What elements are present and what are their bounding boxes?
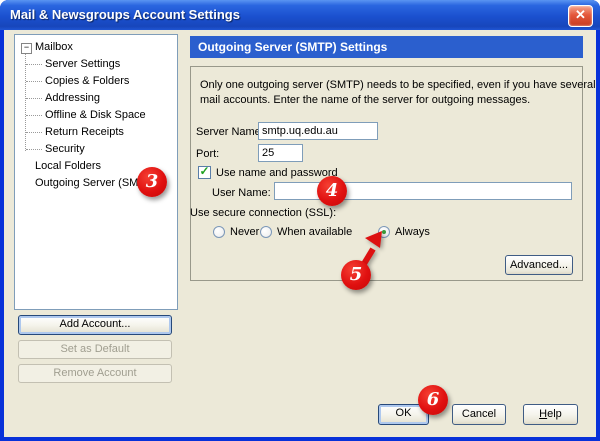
use-name-password-checkbox[interactable]: ✓ (198, 166, 211, 179)
tree-item-offline-disk-space[interactable]: Offline & Disk Space (45, 107, 177, 124)
dialog-body: − Mailbox Server Settings Copies & Folde… (4, 30, 596, 437)
tree-item-server-settings[interactable]: Server Settings (45, 56, 177, 73)
server-name-label: Server Name: (196, 126, 264, 138)
collapse-icon[interactable]: − (21, 43, 32, 54)
add-account-button[interactable]: Add Account... (18, 315, 172, 335)
tree-item-mailbox[interactable]: − Mailbox (15, 39, 177, 56)
tree-item-label: Offline & Disk Space (45, 109, 146, 121)
checkmark-icon: ✓ (199, 166, 210, 177)
panel-title: Outgoing Server (SMTP) Settings (190, 36, 583, 58)
close-button[interactable]: ✕ (568, 5, 593, 27)
ssl-label: Use secure connection (SSL): (190, 207, 336, 219)
tree-item-label: Addressing (45, 92, 100, 104)
ssl-when-available-radio[interactable] (260, 226, 272, 238)
window-title: Mail & Newsgroups Account Settings (10, 7, 240, 22)
tree-item-label: Return Receipts (45, 126, 124, 138)
description-line-2: mail accounts. Enter the name of the ser… (200, 93, 596, 108)
description-text: Only one outgoing server (SMTP) needs to… (200, 78, 596, 108)
annotation-badge-5: 5 (341, 260, 371, 290)
ssl-when-available-label: When available (277, 226, 352, 238)
title-bar[interactable]: Mail & Newsgroups Account Settings ✕ (0, 0, 600, 30)
account-settings-dialog: Mail & Newsgroups Account Settings ✕ − M… (0, 0, 600, 441)
tree-item-label: Server Settings (45, 58, 120, 70)
tree-connector-line (25, 51, 26, 151)
help-button[interactable]: Help (523, 404, 578, 425)
radio-selected-dot (382, 230, 386, 234)
tree-item-label: Mailbox (35, 41, 73, 53)
tree-item-copies-folders[interactable]: Copies & Folders (45, 73, 177, 90)
use-name-password-label: Use name and password (216, 167, 338, 179)
annotation-badge-3: 3 (137, 167, 167, 197)
ssl-always-label: Always (395, 226, 430, 238)
tree-item-return-receipts[interactable]: Return Receipts (45, 124, 177, 141)
close-icon: ✕ (575, 7, 586, 22)
remove-account-button[interactable]: Remove Account (18, 364, 172, 383)
tree-item-label: Local Folders (35, 160, 101, 172)
tree-item-label: Security (45, 143, 85, 155)
tree-item-security[interactable]: Security (45, 141, 177, 158)
ssl-always-radio[interactable] (378, 226, 390, 238)
server-name-input[interactable] (258, 122, 378, 140)
cancel-button[interactable]: Cancel (452, 404, 506, 425)
annotation-badge-4: 4 (317, 176, 347, 206)
port-input[interactable] (258, 144, 303, 162)
ssl-never-radio[interactable] (213, 226, 225, 238)
tree-item-label: Copies & Folders (45, 75, 129, 87)
set-as-default-button[interactable]: Set as Default (18, 340, 172, 359)
tree-item-addressing[interactable]: Addressing (45, 90, 177, 107)
description-line-1: Only one outgoing server (SMTP) needs to… (200, 78, 596, 93)
user-name-label: User Name: (212, 187, 271, 199)
ssl-never-label: Never (230, 226, 259, 238)
advanced-button[interactable]: Advanced... (505, 255, 573, 275)
port-label: Port: (196, 148, 219, 160)
annotation-badge-6: 6 (418, 385, 448, 415)
